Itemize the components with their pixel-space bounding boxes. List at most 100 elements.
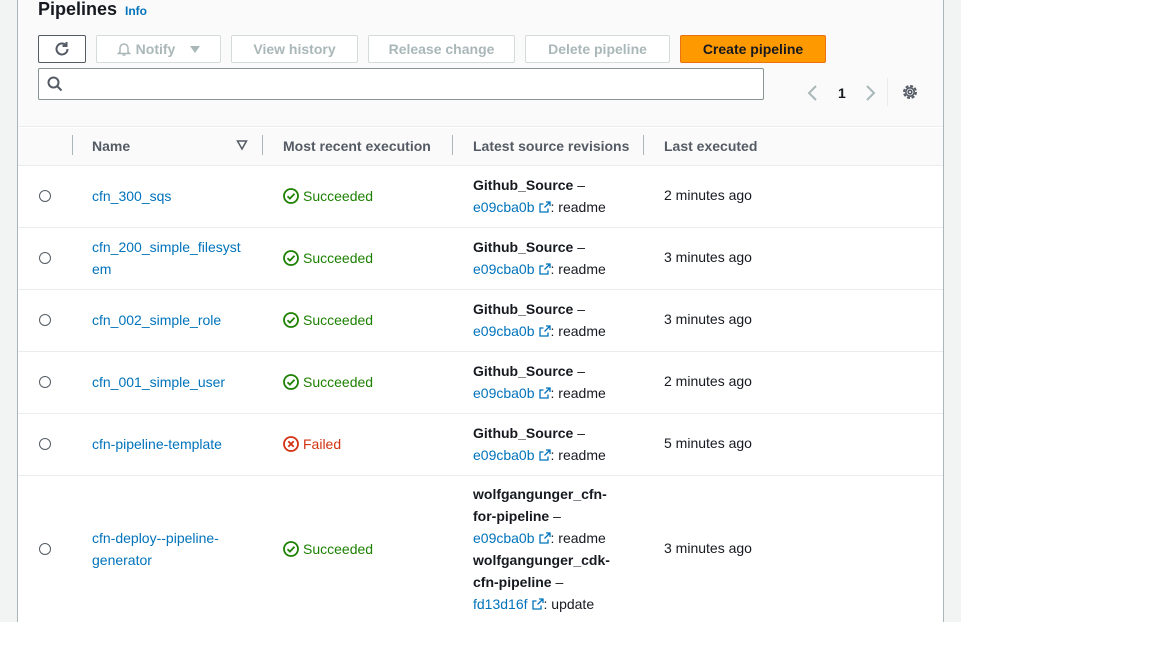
- source-name: wolfgangunger_cfn-for-pipeline: [473, 486, 607, 524]
- chevron-right-icon[interactable]: [863, 85, 877, 101]
- column-header-execution[interactable]: Most recent execution: [283, 138, 431, 154]
- source-name: Github_Source: [473, 425, 574, 441]
- search-input[interactable]: [71, 73, 755, 97]
- source-revisions: Github_Source – e09cba0b: readme: [473, 363, 606, 401]
- last-executed: 5 minutes ago: [664, 435, 752, 451]
- search-box[interactable]: [38, 68, 764, 100]
- status-label: Succeeded: [303, 374, 374, 390]
- revision-link[interactable]: e09cba0b: [473, 199, 535, 215]
- pagination-divider: [887, 78, 888, 106]
- source-name: Github_Source: [473, 363, 574, 379]
- row-select-radio[interactable]: [39, 252, 51, 264]
- last-executed: 3 minutes ago: [664, 249, 752, 265]
- last-executed: 2 minutes ago: [664, 187, 752, 203]
- column-divider: [452, 135, 453, 155]
- column-divider: [643, 135, 644, 155]
- page-title: Pipelines: [38, 0, 118, 19]
- execution-status: Succeeded: [283, 538, 373, 560]
- pipeline-name-link[interactable]: cfn_300_sqs: [92, 185, 252, 207]
- status-label: Succeeded: [303, 541, 374, 557]
- external-link-icon[interactable]: [538, 532, 551, 544]
- x-circle-icon: [283, 436, 299, 452]
- revision-message: readme: [558, 385, 606, 401]
- notify-button[interactable]: Notify: [96, 35, 221, 63]
- revision-message: readme: [558, 447, 606, 463]
- page-number[interactable]: 1: [838, 85, 846, 101]
- table-row[interactable]: cfn-deploy--pipeline-generator Succeeded…: [18, 476, 943, 622]
- delete-pipeline-button[interactable]: Delete pipeline: [525, 35, 670, 63]
- source-name: Github_Source: [473, 239, 574, 255]
- status-label: Succeeded: [303, 250, 374, 266]
- caret-down-icon: [190, 46, 201, 53]
- execution-status: Succeeded: [283, 185, 373, 207]
- release-change-button[interactable]: Release change: [368, 35, 515, 63]
- execution-status: Succeeded: [283, 247, 373, 269]
- check-circle-icon: [283, 312, 299, 328]
- revision-link[interactable]: e09cba0b: [473, 261, 535, 277]
- status-label: Succeeded: [303, 312, 374, 328]
- revision-message: update: [551, 596, 595, 612]
- revision-message: readme: [558, 261, 606, 277]
- column-header-revisions[interactable]: Latest source revisions: [473, 138, 629, 154]
- table-row[interactable]: cfn-pipeline-template Failed Github_Sour…: [18, 414, 943, 476]
- status-label: Succeeded: [303, 188, 374, 204]
- column-header-last-executed[interactable]: Last executed: [664, 138, 757, 154]
- revision-message: readme: [558, 199, 606, 215]
- execution-status: Succeeded: [283, 371, 373, 393]
- row-select-radio[interactable]: [39, 190, 51, 202]
- external-link-icon[interactable]: [538, 449, 551, 461]
- refresh-button[interactable]: [38, 35, 86, 63]
- sort-down-icon[interactable]: [236, 139, 248, 151]
- row-select-radio[interactable]: [39, 543, 51, 555]
- check-circle-icon: [283, 250, 299, 266]
- external-link-icon[interactable]: [538, 387, 551, 399]
- gear-icon[interactable]: [901, 83, 919, 101]
- pipeline-name-link[interactable]: cfn-pipeline-template: [92, 433, 252, 455]
- column-divider: [262, 135, 263, 155]
- table-row[interactable]: cfn_001_simple_user Succeeded Github_Sou…: [18, 352, 943, 414]
- create-pipeline-button[interactable]: Create pipeline: [680, 35, 826, 63]
- external-link-icon[interactable]: [538, 201, 551, 213]
- check-circle-icon: [283, 541, 299, 557]
- revision-link[interactable]: e09cba0b: [473, 385, 535, 401]
- source-revisions: Github_Source – e09cba0b: readme: [473, 177, 606, 215]
- source-revisions: Github_Source – e09cba0b: readme: [473, 239, 606, 277]
- last-executed: 3 minutes ago: [664, 311, 752, 327]
- info-link[interactable]: Info: [125, 4, 147, 18]
- external-link-icon[interactable]: [538, 263, 551, 275]
- notify-label: Notify: [135, 41, 176, 57]
- pipelines-panel: Pipelines Info Notify View history Relea…: [17, 0, 944, 622]
- pipeline-name-link[interactable]: cfn_001_simple_user: [92, 371, 252, 393]
- check-circle-icon: [283, 374, 299, 390]
- source-revisions: Github_Source – e09cba0b: readme: [473, 425, 606, 463]
- source-revisions: Github_Source – e09cba0b: readme: [473, 301, 606, 339]
- pipeline-name-link[interactable]: cfn_002_simple_role: [92, 309, 252, 331]
- source-revisions: wolfgangunger_cfn-for-pipeline – e09cba0…: [473, 486, 610, 612]
- pipeline-name-link[interactable]: cfn_200_simple_filesystem: [92, 236, 244, 280]
- pipeline-name-link[interactable]: cfn-deploy--pipeline-generator: [92, 527, 237, 571]
- execution-status: Succeeded: [283, 309, 373, 331]
- row-select-radio[interactable]: [39, 376, 51, 388]
- revision-message: readme: [558, 530, 606, 546]
- source-name: Github_Source: [473, 301, 574, 317]
- column-header-name[interactable]: Name: [92, 138, 130, 154]
- panel-header: Pipelines Info Notify View history Relea…: [18, 0, 943, 127]
- table-row[interactable]: cfn_002_simple_role Succeeded Github_Sou…: [18, 290, 943, 352]
- column-divider: [72, 135, 73, 155]
- row-select-radio[interactable]: [39, 314, 51, 326]
- execution-status: Failed: [283, 433, 341, 455]
- revision-link[interactable]: e09cba0b: [473, 323, 535, 339]
- revision-link[interactable]: fd13d16f: [473, 596, 528, 612]
- row-select-radio[interactable]: [39, 438, 51, 450]
- revision-link[interactable]: e09cba0b: [473, 530, 535, 546]
- table-row[interactable]: cfn_300_sqs Succeeded Github_Source – e0…: [18, 166, 943, 228]
- table-row[interactable]: cfn_200_simple_filesystem Succeeded Gith…: [18, 228, 943, 290]
- chevron-left-icon[interactable]: [806, 85, 820, 101]
- external-link-icon[interactable]: [531, 598, 544, 610]
- revision-link[interactable]: e09cba0b: [473, 447, 535, 463]
- last-executed: 2 minutes ago: [664, 373, 752, 389]
- view-history-button[interactable]: View history: [231, 35, 358, 63]
- external-link-icon[interactable]: [538, 325, 551, 337]
- bell-icon: [116, 43, 131, 56]
- status-label: Failed: [303, 436, 342, 452]
